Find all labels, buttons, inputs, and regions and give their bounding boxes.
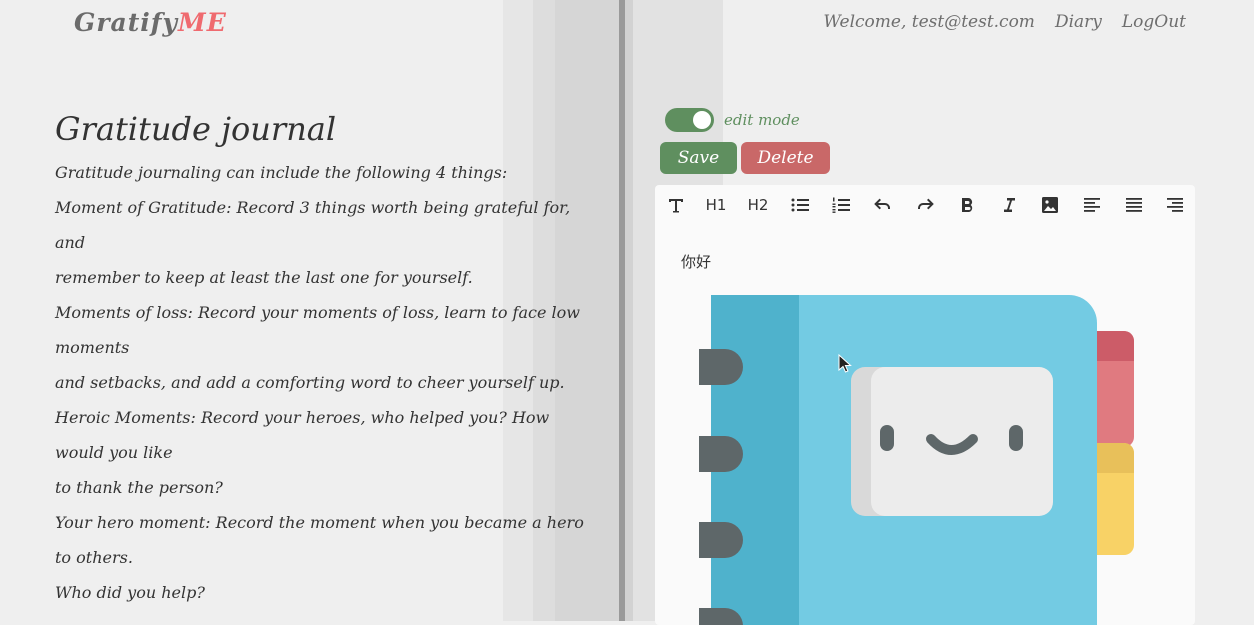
journal-line: and setbacks, and add a comforting word … <box>55 373 565 392</box>
logo-accent-text: ME <box>178 8 227 37</box>
mouse-cursor-icon <box>838 354 852 373</box>
edit-mode-row: edit mode <box>665 108 800 132</box>
heading1-button[interactable]: H1 <box>701 191 731 219</box>
journal-line: Gratitude journaling can include the fol… <box>55 163 508 182</box>
editor-toolbar: H1 H2 <box>655 185 1195 225</box>
journal-line: Your hero moment: Record the moment when… <box>55 513 584 567</box>
save-button[interactable]: Save <box>660 142 737 174</box>
journal-line: to thank the person? <box>55 478 223 497</box>
undo-icon[interactable] <box>868 191 898 219</box>
delete-button[interactable]: Delete <box>741 142 830 174</box>
bold-icon[interactable] <box>952 191 982 219</box>
page-spine-shadow <box>625 0 633 621</box>
heading1-label: H1 <box>705 196 727 214</box>
top-navigation: Welcome, test@test.com Diary LogOut <box>823 12 1186 32</box>
align-right-icon[interactable] <box>1160 191 1190 219</box>
journal-title: Gratitude journal <box>55 110 337 148</box>
journal-description: Gratitude journaling can include the fol… <box>55 155 600 610</box>
rich-text-editor[interactable]: H1 H2 你好 <box>655 185 1195 625</box>
journal-line: Moments of loss: Record your moments of … <box>55 303 580 357</box>
nav-diary-link[interactable]: Diary <box>1055 12 1102 32</box>
heading2-button[interactable]: H2 <box>743 191 773 219</box>
notebook-illustration <box>699 295 1134 625</box>
app-logo[interactable]: GratifyME <box>74 8 227 37</box>
logo-main-text: Gratify <box>74 8 179 37</box>
journal-line: remember to keep at least the last one f… <box>55 268 473 287</box>
toggle-knob <box>693 111 711 129</box>
text-format-icon[interactable] <box>661 191 691 219</box>
journal-line: Who did you help? <box>55 583 205 602</box>
align-left-icon[interactable] <box>1077 191 1107 219</box>
bullet-list-icon[interactable] <box>785 191 815 219</box>
redo-icon[interactable] <box>910 191 940 219</box>
journal-line: Heroic Moments: Record your heroes, who … <box>55 408 550 462</box>
image-icon[interactable] <box>1035 191 1065 219</box>
nav-logout-link[interactable]: LogOut <box>1122 12 1186 32</box>
align-justify-icon[interactable] <box>1119 191 1149 219</box>
italic-icon[interactable] <box>994 191 1024 219</box>
editor-content-text[interactable]: 你好 <box>681 251 711 272</box>
edit-mode-label: edit mode <box>724 111 800 129</box>
numbered-list-icon[interactable] <box>826 191 856 219</box>
heading2-label: H2 <box>747 196 769 214</box>
journal-line: Moment of Gratitude: Record 3 things wor… <box>55 198 571 252</box>
welcome-text: Welcome, test@test.com <box>823 12 1035 32</box>
edit-mode-toggle[interactable] <box>665 108 714 132</box>
